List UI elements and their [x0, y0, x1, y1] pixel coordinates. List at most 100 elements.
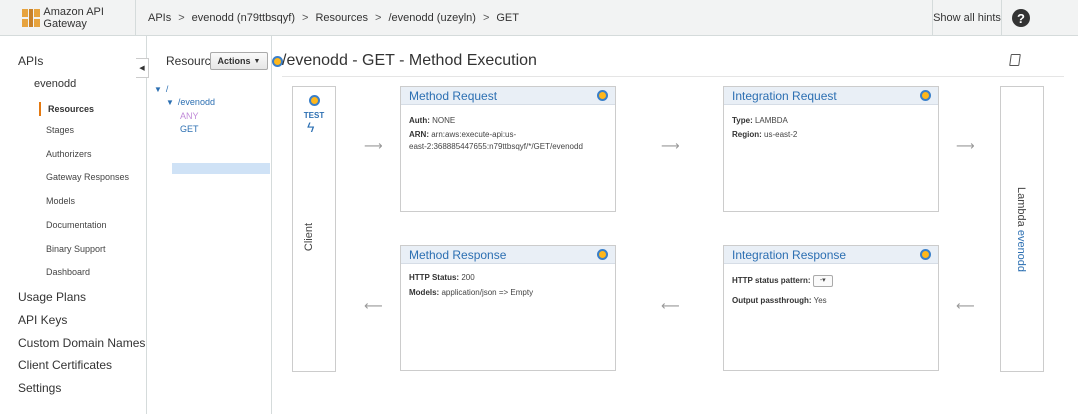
- documentation-icon[interactable]: [1009, 54, 1021, 66]
- tree-method-any[interactable]: ANY: [180, 111, 199, 121]
- lambda-label: Lambda evenodd: [1015, 187, 1027, 272]
- box-header: Method Response: [401, 246, 615, 264]
- box-header: Integration Request: [724, 87, 938, 105]
- breadcrumb-resource[interactable]: /evenodd (uzeyln): [388, 12, 475, 24]
- nav-item-dashboard[interactable]: Dashboard: [46, 267, 90, 277]
- tree-root-label: /: [165, 84, 169, 94]
- nav-api-keys[interactable]: API Keys: [18, 313, 67, 327]
- status-dot-icon: [920, 249, 931, 260]
- help-icon[interactable]: ?: [1012, 9, 1030, 27]
- nav-client-certificates[interactable]: Client Certificates: [18, 358, 112, 372]
- lambda-function-link[interactable]: evenodd: [1015, 230, 1027, 272]
- status-dot-icon: [309, 95, 320, 106]
- region-key: Region:: [732, 130, 762, 139]
- breadcrumb-api[interactable]: evenodd (n79ttbsqyf): [192, 12, 295, 24]
- arn-value-1: arn:aws:execute-api:us-: [431, 130, 517, 139]
- arrow-right-icon: ⟶: [364, 138, 383, 153]
- region-line: Region: us-east-2: [732, 129, 797, 141]
- arrow-right-icon: ⟶: [661, 138, 680, 153]
- brand[interactable]: Amazon API Gateway: [0, 0, 136, 36]
- lambda-type: Lambda: [1015, 187, 1027, 227]
- nav-item-resources[interactable]: Resources: [39, 102, 94, 116]
- client-panel: TEST ϟ Client: [292, 86, 336, 372]
- integration-response-link[interactable]: Integration Response: [732, 248, 846, 262]
- models-key: Models:: [409, 288, 440, 297]
- status-dot-icon: [597, 90, 608, 101]
- passthrough-line: Output passthrough: Yes: [732, 295, 827, 307]
- breadcrumb-resources[interactable]: Resources: [315, 12, 368, 24]
- nav-custom-domain-names[interactable]: Custom Domain Names: [18, 336, 145, 350]
- status-dot-icon: [920, 90, 931, 101]
- passthrough-value: Yes: [813, 296, 827, 305]
- arn-value-2: east-2:368885447655:n79ttbsqyf/*/GET/eve…: [409, 142, 583, 151]
- nav-apis[interactable]: APIs: [18, 54, 43, 68]
- method-request-link[interactable]: Method Request: [409, 89, 497, 103]
- method-request-box[interactable]: Method Request Auth: NONE ARN: arn:aws:e…: [400, 86, 616, 212]
- breadcrumb-separator: >: [375, 12, 382, 24]
- status-dot-icon: [597, 249, 608, 260]
- top-bar: Amazon API Gateway APIs > evenodd (n79tt…: [0, 0, 1078, 36]
- arrow-right-icon: ⟶: [956, 138, 975, 153]
- caret-down-icon: ▼: [253, 57, 261, 65]
- title-divider: [282, 76, 1064, 77]
- region-value: us-east-2: [764, 130, 798, 139]
- nav-item-authorizers[interactable]: Authorizers: [46, 149, 92, 159]
- status-value: 200: [461, 273, 475, 282]
- models-line: Models: application/json => Empty: [409, 287, 533, 299]
- method-response-box[interactable]: Method Response HTTP Status: 200 Models:…: [400, 245, 616, 371]
- type-value: LAMBDA: [754, 116, 788, 125]
- breadcrumb-apis[interactable]: APIs: [148, 12, 171, 24]
- auth-key: Auth:: [409, 116, 430, 125]
- auth-value: NONE: [432, 116, 456, 125]
- breadcrumb-separator: >: [482, 12, 490, 24]
- tree-evenodd-label: /evenodd: [177, 97, 215, 107]
- arrow-left-icon: ⟵: [364, 298, 383, 313]
- status-key: HTTP Status:: [409, 273, 460, 282]
- type-line: Type: LAMBDA: [732, 115, 788, 127]
- nav-settings[interactable]: Settings: [18, 381, 61, 395]
- client-label: Client: [303, 223, 315, 252]
- resources-panel: Resources Actions ▼ ▼ / ▼/evenodd ANY GET: [148, 36, 272, 414]
- type-key: Type:: [732, 116, 753, 125]
- status-pattern-select[interactable]: -▾: [812, 275, 833, 287]
- tree-root[interactable]: ▼ /: [154, 84, 168, 94]
- actions-label: Actions: [217, 56, 251, 66]
- nav-api-name[interactable]: evenodd: [34, 78, 76, 90]
- page-title: /evenodd - GET - Method Execution: [282, 52, 537, 69]
- method-response-link[interactable]: Method Response: [409, 248, 506, 262]
- api-gateway-icon: [22, 9, 40, 27]
- caret-down-icon: ▼: [166, 98, 174, 107]
- show-all-hints-button[interactable]: Show all hints: [932, 0, 1002, 36]
- caret-down-icon: ▼: [154, 85, 162, 94]
- brand-name: Amazon API Gateway: [43, 6, 104, 30]
- integration-response-box[interactable]: Integration Response HTTP status pattern…: [723, 245, 939, 371]
- tree-evenodd[interactable]: ▼/evenodd: [166, 97, 215, 107]
- actions-button[interactable]: Actions ▼: [210, 52, 268, 70]
- pattern-key: HTTP status pattern:: [732, 276, 811, 286]
- models-value: application/json => Empty: [441, 288, 534, 297]
- arn-key: ARN:: [409, 130, 429, 139]
- nav-item-binary-support[interactable]: Binary Support: [46, 244, 106, 254]
- arn-line: ARN: arn:aws:execute-api:us-: [409, 129, 516, 141]
- breadcrumb-separator: >: [178, 12, 185, 24]
- nav-item-documentation[interactable]: Documentation: [46, 220, 107, 230]
- lightning-bolt-icon[interactable]: ϟ: [307, 119, 314, 135]
- status-line: HTTP Status: 200: [409, 272, 475, 284]
- arrow-left-icon: ⟵: [661, 298, 680, 313]
- arrow-left-icon: ⟵: [956, 298, 975, 313]
- nav-item-gateway-responses[interactable]: Gateway Responses: [46, 172, 129, 182]
- nav-usage-plans[interactable]: Usage Plans: [18, 290, 86, 304]
- status-pattern-value: -: [819, 277, 823, 284]
- integration-request-link[interactable]: Integration Request: [732, 89, 837, 103]
- nav-item-models[interactable]: Models: [46, 196, 75, 206]
- integration-request-box[interactable]: Integration Request Type: LAMBDA Region:…: [723, 86, 939, 212]
- pattern-line: HTTP status pattern: -▾: [732, 275, 833, 287]
- auth-line: Auth: NONE: [409, 115, 455, 127]
- box-header: Method Request: [401, 87, 615, 105]
- passthrough-key: Output passthrough:: [732, 296, 812, 305]
- left-nav: APIs evenodd Resources Stages Authorizer…: [0, 36, 147, 414]
- tree-method-get[interactable]: GET: [180, 124, 199, 134]
- nav-item-stages[interactable]: Stages: [46, 125, 74, 135]
- box-header: Integration Response: [724, 246, 938, 264]
- breadcrumb-method: GET: [496, 12, 519, 24]
